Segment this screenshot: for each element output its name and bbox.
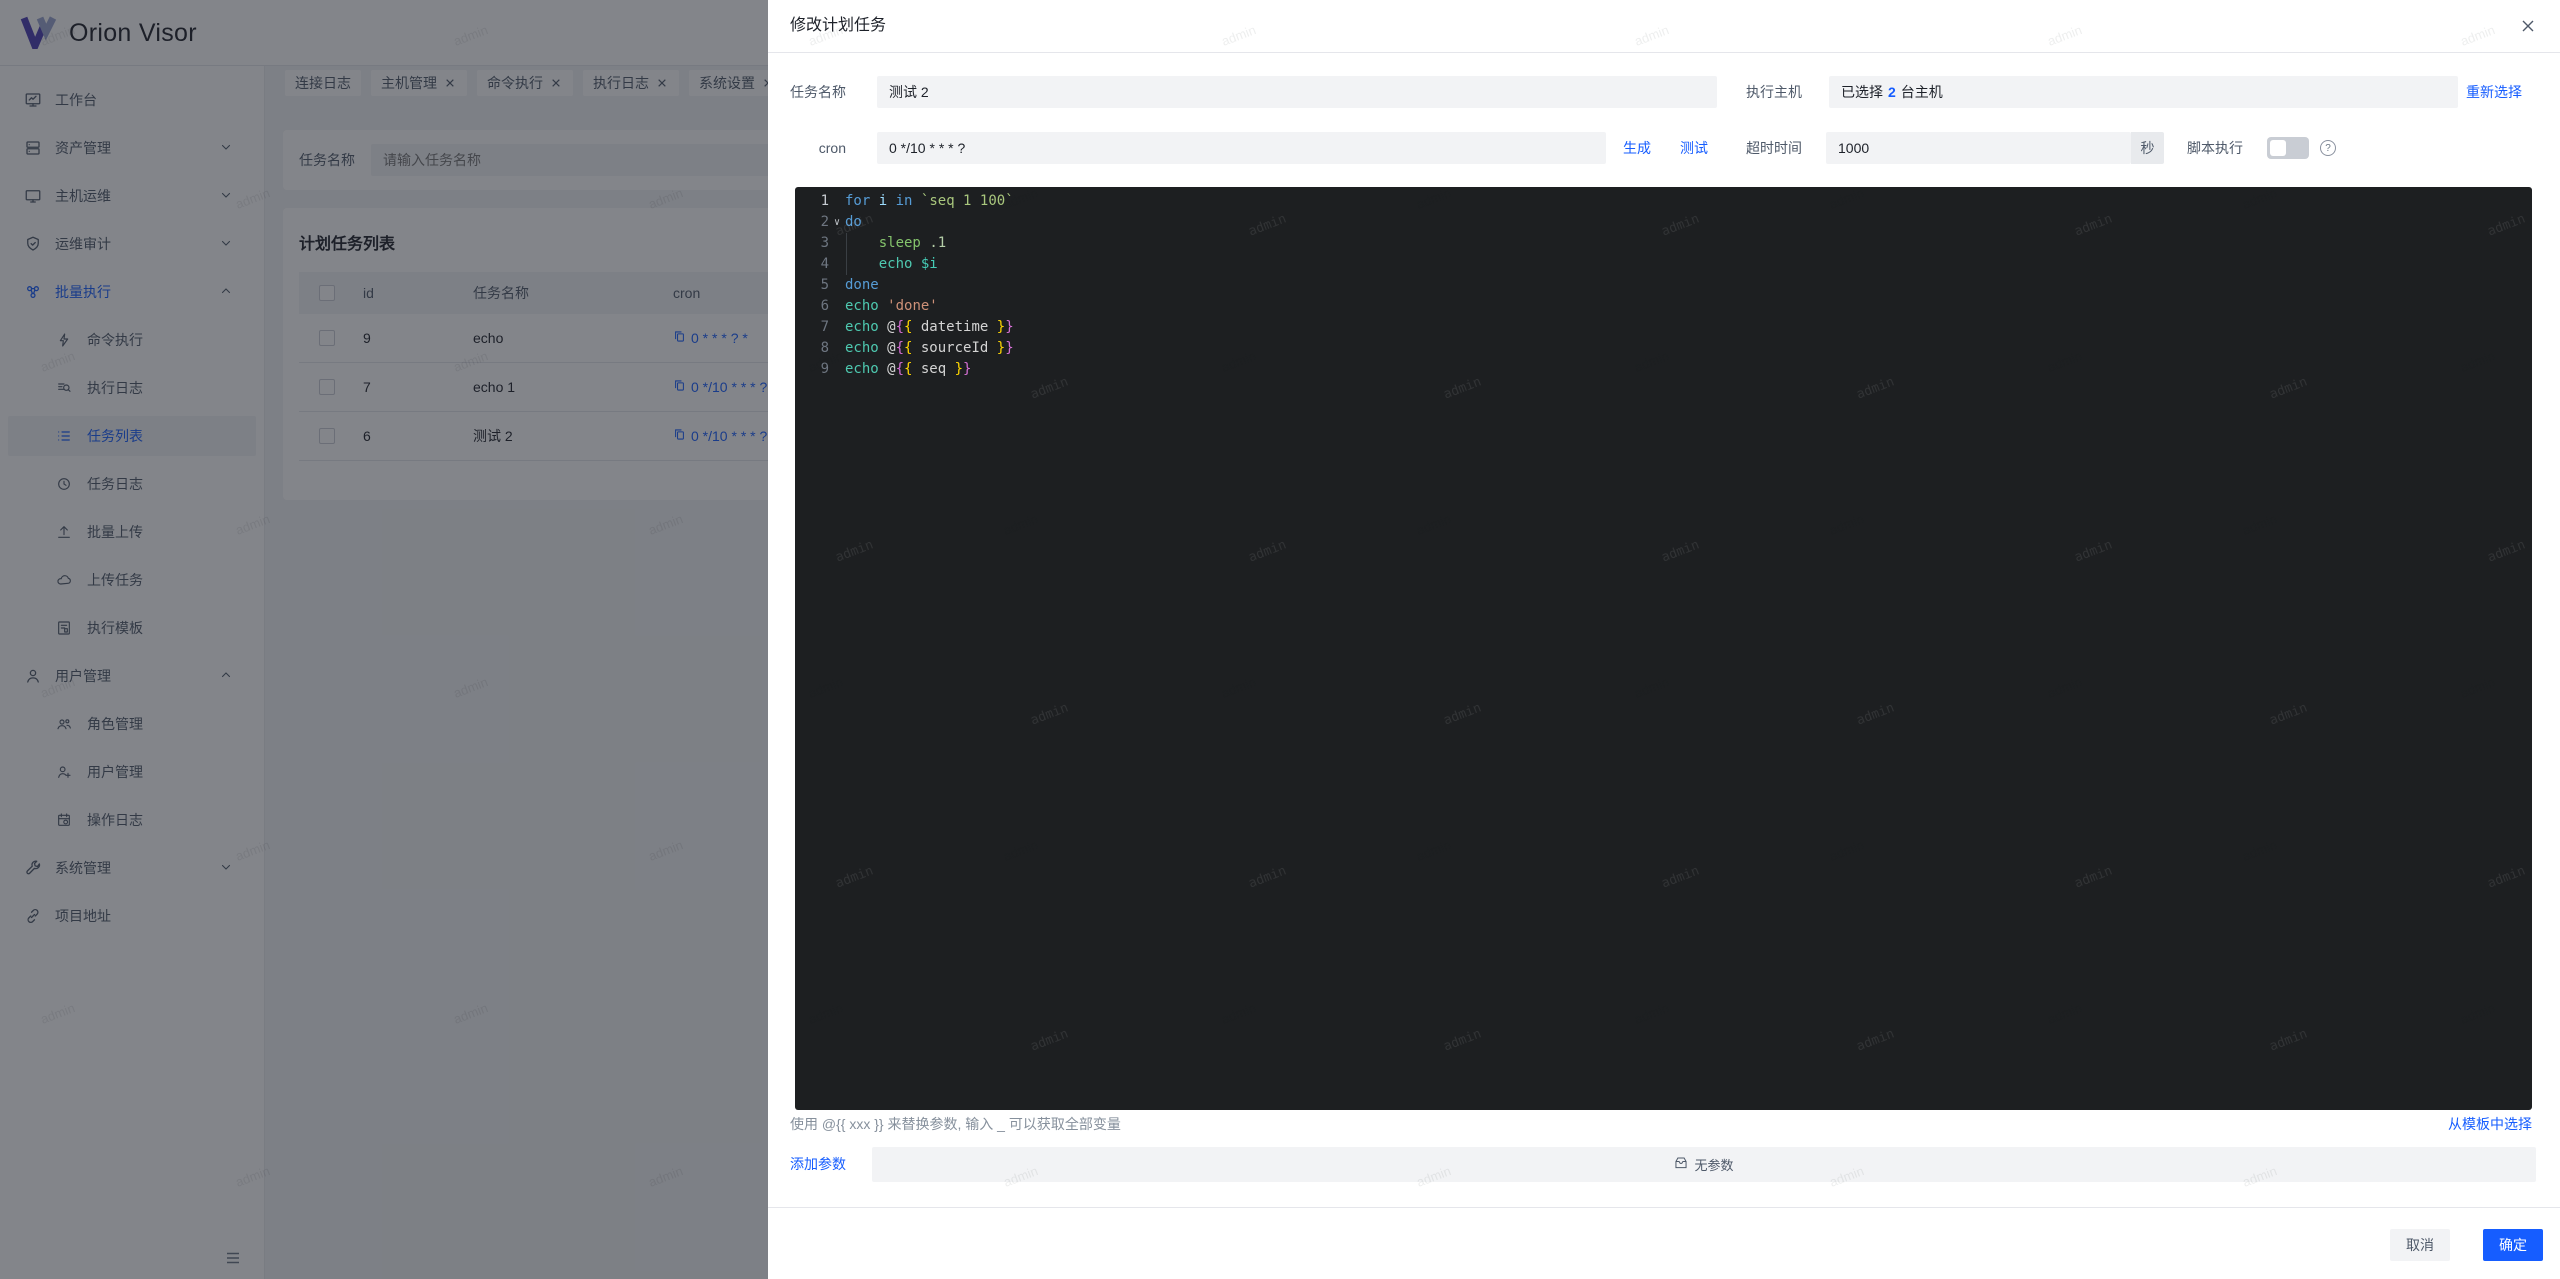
- empty-box-icon: [1674, 1156, 1688, 1173]
- code-text: echo @{{ seq }}: [845, 359, 2532, 380]
- cancel-button[interactable]: 取消: [2390, 1229, 2450, 1261]
- modal-footer: 取消 确定: [768, 1207, 2560, 1279]
- task-name-input[interactable]: [877, 76, 1717, 108]
- watermark-text: admin: [1028, 698, 1072, 732]
- code-text: echo 'done': [845, 296, 2532, 317]
- modal-title: 修改计划任务: [790, 0, 886, 52]
- fold-chevron-icon[interactable]: ∨: [829, 212, 845, 233]
- cron-generate-link[interactable]: 生成: [1623, 138, 1651, 158]
- reselect-host-link[interactable]: 重新选择: [2466, 82, 2522, 102]
- code-text: echo @{{ sourceId }}: [845, 338, 2532, 359]
- script-exec-toggle[interactable]: [2267, 137, 2309, 159]
- watermark-text: admin: [1854, 698, 1898, 732]
- line-number: 2: [795, 212, 829, 233]
- exec-host-label: 执行主机: [1746, 76, 1802, 108]
- gutter-space: [829, 191, 845, 212]
- watermark-text: admin: [2072, 861, 2116, 895]
- watermark-text: admin: [1441, 698, 1485, 732]
- task-name-label: 任务名称: [790, 76, 846, 108]
- watermark-text: admin: [2485, 535, 2529, 569]
- task-name-field: [877, 76, 1717, 108]
- screen: Orion Visor 工作台资产管理主机运维运维审计批量执行命令执行执行日志任…: [0, 0, 2560, 1279]
- watermark-text: admin: [2485, 861, 2529, 895]
- watermark-text: admin: [833, 535, 877, 569]
- line-number: 8: [795, 338, 829, 359]
- code-line: 4 echo $i: [795, 254, 2532, 275]
- timeout-unit: 秒: [2131, 132, 2164, 164]
- code-text: echo @{{ datetime }}: [845, 317, 2532, 338]
- gutter-space: [829, 275, 845, 296]
- close-icon[interactable]: [2520, 18, 2536, 34]
- modal-header: 修改计划任务: [768, 0, 2560, 53]
- gutter-space: [829, 254, 845, 275]
- gutter-space: [829, 338, 845, 359]
- gutter-space: [829, 359, 845, 380]
- watermark-text: admin: [1028, 1024, 1072, 1058]
- code-text: do: [845, 212, 2532, 233]
- script-editor[interactable]: 1for i in `seq 1 100`2∨do3 sleep .14 ech…: [795, 187, 2532, 1110]
- code-lines: 1for i in `seq 1 100`2∨do3 sleep .14 ech…: [795, 187, 2532, 380]
- cron-label: cron: [790, 132, 846, 164]
- timeout-label: 超时时间: [1746, 132, 1802, 164]
- code-text: for i in `seq 1 100`: [845, 191, 2532, 212]
- watermark-text: admin: [1659, 861, 1703, 895]
- script-exec-label: 脚本执行: [2187, 132, 2243, 164]
- line-number: 5: [795, 275, 829, 296]
- exec-host-prefix: 已选择: [1841, 82, 1883, 102]
- line-number: 7: [795, 317, 829, 338]
- watermark-text: admin: [1246, 861, 1290, 895]
- watermark-text: admin: [1659, 535, 1703, 569]
- line-number: 6: [795, 296, 829, 317]
- param-empty-bar: 无参数: [872, 1147, 2536, 1182]
- watermark-text: admin: [1441, 1024, 1485, 1058]
- edit-task-modal: 修改计划任务 任务名称 执行主机 已选择 2 台主机 重新选择 cron 生成 …: [768, 0, 2560, 1279]
- code-text: echo $i: [845, 254, 2532, 275]
- code-line: 7 echo @{{ datetime }}: [795, 317, 2532, 338]
- timeout-field: [1826, 132, 2131, 164]
- exec-host-count: 2: [1888, 84, 1896, 100]
- watermark-text: admin: [1246, 535, 1290, 569]
- code-line: 2∨do: [795, 212, 2532, 233]
- param-empty-text: 无参数: [1694, 1155, 1733, 1174]
- cron-field: [877, 132, 1606, 164]
- line-number: 1: [795, 191, 829, 212]
- gutter-space: [829, 296, 845, 317]
- choose-template-link[interactable]: 从模板中选择: [2448, 1114, 2532, 1134]
- add-param-link[interactable]: 添加参数: [790, 1147, 846, 1182]
- exec-host-suffix: 台主机: [1901, 82, 1943, 102]
- ok-button[interactable]: 确定: [2483, 1229, 2543, 1261]
- watermark-text: admin: [833, 861, 877, 895]
- code-line: 5 done: [795, 275, 2532, 296]
- line-number: 3: [795, 233, 829, 254]
- code-text: done: [845, 275, 2532, 296]
- watermark-text: admin: [2267, 1024, 2311, 1058]
- code-line: 6 echo 'done': [795, 296, 2532, 317]
- code-line: 3 sleep .1: [795, 233, 2532, 254]
- line-number: 9: [795, 359, 829, 380]
- watermark-text: admin: [2072, 535, 2116, 569]
- code-text: sleep .1: [845, 233, 2532, 254]
- code-line: 1 for i in `seq 1 100`: [795, 191, 2532, 212]
- help-icon[interactable]: ?: [2320, 140, 2336, 156]
- param-hint: 使用 @{{ xxx }} 来替换参数, 输入 _ 可以获取全部变量: [790, 1114, 1121, 1134]
- watermark-text: admin: [1854, 1024, 1898, 1058]
- code-line: 9 echo @{{ seq }}: [795, 359, 2532, 380]
- code-line: 8 echo @{{ sourceId }}: [795, 338, 2532, 359]
- timeout-input[interactable]: [1826, 132, 2131, 164]
- gutter-space: [829, 317, 845, 338]
- cron-input[interactable]: [877, 132, 1606, 164]
- cron-test-link[interactable]: 测试: [1680, 138, 1708, 158]
- line-number: 4: [795, 254, 829, 275]
- watermark-text: admin: [2267, 698, 2311, 732]
- gutter-space: [829, 233, 845, 254]
- toggle-knob: [2270, 140, 2286, 156]
- exec-host-field[interactable]: 已选择 2 台主机: [1829, 76, 2458, 108]
